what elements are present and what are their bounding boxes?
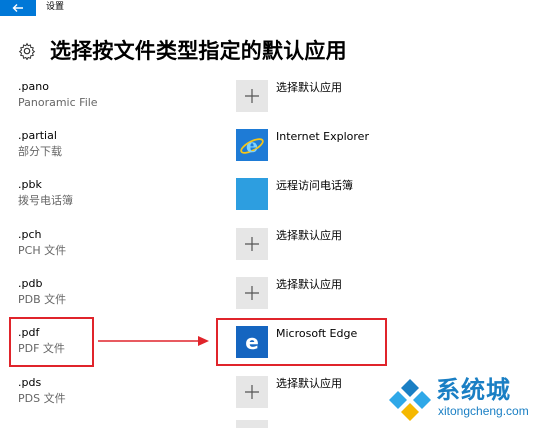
default-app-label[interactable]: 选择默认应用 [276,80,342,96]
title-bar: 设置 [0,0,540,16]
file-extension: .pch [18,228,42,241]
file-type-description: 部分下载 [18,145,62,158]
gear-icon [18,42,36,60]
annotation-box-app [216,318,387,366]
default-app-label[interactable]: 选择默认应用 [276,376,342,392]
choose-default-app-button[interactable] [236,228,268,260]
list-item: .pch PCH 文件 选择默认应用 [0,228,540,278]
default-app-button[interactable] [236,178,268,210]
choose-default-app-button[interactable] [236,277,268,309]
page-title: 选择按文件类型指定的默认应用 [50,39,347,63]
watermark-brand: 系统城 [436,376,511,404]
list-item: .pano Panoramic File 选择默认应用 [0,80,540,130]
plus-icon [245,237,259,251]
list-item: .partial 部分下载 e Internet Explorer [0,129,540,179]
choose-default-app-button[interactable] [236,376,268,408]
default-app-label[interactable]: 选择默认应用 [276,277,342,293]
default-app-label[interactable]: 选择默认应用 [276,228,342,244]
annotation-arrow-icon [98,336,209,346]
plus-icon [245,385,259,399]
plus-icon [245,286,259,300]
file-type-description: Panoramic File [18,96,98,109]
file-type-description: PDB 文件 [18,293,67,306]
file-extension: .pbk [18,178,42,191]
file-type-description: PCH 文件 [18,244,67,257]
back-arrow-icon [12,4,23,12]
watermark: 系统城 xitongcheng.com [386,376,536,424]
next-row-tile [236,420,268,428]
annotation-box-extension [9,317,94,367]
watermark-url: xitongcheng.com [438,404,529,418]
default-app-label[interactable]: 远程访问电话簿 [276,178,353,194]
file-extension: .pano [18,80,49,93]
window-title: 设置 [46,2,65,12]
back-button[interactable] [0,0,36,16]
choose-default-app-button[interactable] [236,80,268,112]
file-extension: .pdb [18,277,43,290]
svg-text:e: e [246,135,258,157]
list-item: .pbk 拨号电话簿 远程访问电话簿 [0,178,540,228]
internet-explorer-icon: e [240,135,264,157]
watermark-logo-icon [389,379,431,421]
file-type-description: PDS 文件 [18,392,66,405]
default-app-label[interactable]: Internet Explorer [276,129,369,145]
file-extension: .partial [18,129,57,142]
settings-window: 设置 选择按文件类型指定的默认应用 .pano Panoramic File 选… [0,0,540,428]
plus-icon [245,89,259,103]
page-header: 选择按文件类型指定的默认应用 [18,36,347,66]
default-app-button[interactable]: e [236,129,268,161]
file-type-description: 拨号电话簿 [18,194,73,207]
file-extension: .pds [18,376,42,389]
